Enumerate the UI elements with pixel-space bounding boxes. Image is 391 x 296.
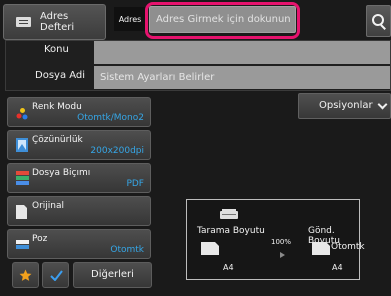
search-button[interactable]	[366, 5, 391, 37]
options-button-label: Opsiyonlar	[319, 100, 373, 111]
subject-field[interactable]	[94, 41, 390, 64]
resolution-icon	[16, 138, 28, 152]
others-button[interactable]: Diğerleri	[73, 262, 152, 288]
confirm-button[interactable]	[42, 262, 69, 288]
arrow-right-icon	[280, 252, 285, 258]
send-size-mode: Otomtk	[331, 242, 365, 252]
original-button[interactable]: Orijinal	[7, 196, 151, 226]
exposure-button[interactable]: Poz Otomtk	[7, 229, 151, 259]
exposure-value: Otomtk	[110, 245, 144, 255]
original-label: Orijinal	[32, 201, 65, 211]
exposure-label: Poz	[32, 234, 48, 244]
chevron-down-icon	[377, 99, 388, 110]
address-book-label: Adres Defteri	[40, 11, 75, 33]
filename-field[interactable]: Sistem Ayarları Belirler	[94, 66, 390, 89]
color-mode-button[interactable]: Renk Modu Otomtk/Mono2	[7, 97, 151, 127]
resolution-button[interactable]: Çözünürlük 200x200dpi	[7, 130, 151, 160]
filename-label: Dosya Adi	[35, 70, 86, 81]
search-icon	[371, 14, 386, 28]
file-format-label: Dosya Biçımı	[32, 168, 91, 178]
exposure-icon	[16, 240, 29, 249]
send-paper-icon	[312, 242, 330, 255]
scanner-icon	[220, 209, 238, 219]
file-format-icon	[16, 171, 29, 185]
original-icon	[16, 205, 27, 219]
options-button[interactable]: Opsiyonlar	[298, 93, 391, 119]
subject-label: Konu	[44, 44, 69, 55]
send-size-value: A4	[332, 263, 343, 272]
address-book-icon	[16, 16, 31, 28]
ratio-value: 100%	[271, 238, 292, 246]
scan-paper-icon	[201, 242, 219, 255]
size-panel[interactable]: Tarama Boyutu A4 100% Gönd. Boyutu Otomt…	[186, 199, 365, 280]
scan-size-label: Tarama Boyutu	[197, 226, 265, 236]
file-format-button[interactable]: Dosya Biçımı PDF	[7, 163, 151, 193]
favorite-button[interactable]	[12, 262, 39, 288]
address-tab[interactable]: Adres	[114, 7, 146, 31]
scan-size-value: A4	[223, 263, 234, 272]
file-format-value: PDF	[126, 179, 144, 189]
color-mode-label: Renk Modu	[32, 102, 82, 112]
color-mode-value: Otomtk/Mono2	[77, 113, 144, 123]
check-icon	[50, 270, 63, 281]
address-input[interactable]: Adres Girmek için dokunun	[149, 6, 296, 33]
resolution-value: 200x200dpi	[90, 146, 144, 156]
address-book-button[interactable]: Adres Defteri	[3, 4, 106, 40]
color-mode-icon	[16, 108, 28, 120]
star-icon	[19, 269, 32, 281]
resolution-label: Çözünürlük	[32, 135, 83, 145]
